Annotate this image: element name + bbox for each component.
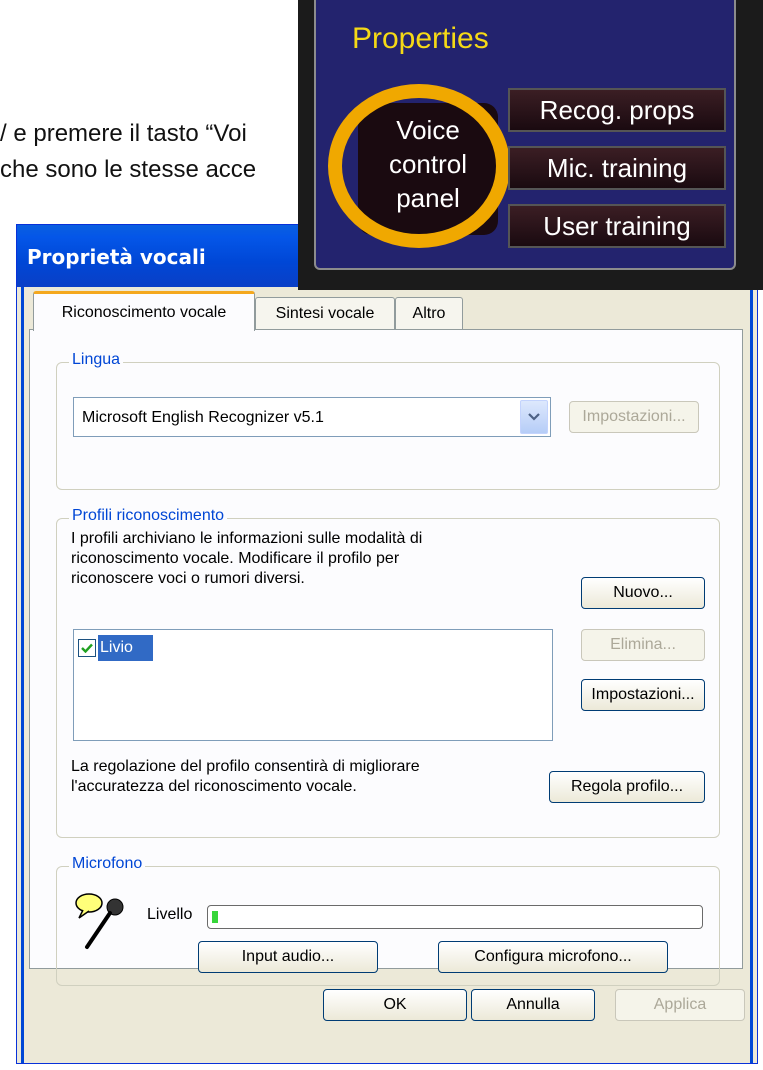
language-select[interactable]: Microsoft English Recognizer v5.1 [73,397,551,437]
profiles-legend: Profili riconoscimento [69,507,228,525]
mic-training-button[interactable]: Mic. training [508,146,726,190]
tab-speech-recognition[interactable]: Riconoscimento vocale [33,291,255,331]
properties-overlay: Properties Voice control panel Recog. pr… [298,0,763,290]
level-label: Livello [147,906,193,923]
level-meter-fill [212,911,218,923]
properties-panel: Properties Voice control panel Recog. pr… [314,0,736,270]
configure-microphone-button[interactable]: Configura microfono... [438,941,668,973]
language-settings-button[interactable]: Impostazioni... [569,401,699,433]
tab-panel: Lingua Microsoft English Recognizer v5.1… [29,329,743,986]
recog-props-button[interactable]: Recog. props [508,88,726,132]
list-item[interactable]: Livio [78,634,153,662]
background-text-line-1: / e premere il tasto “Voi [0,120,247,147]
language-group: Lingua Microsoft English Recognizer v5.1… [56,351,720,490]
ok-button[interactable]: OK [323,989,467,1021]
microphone-icon [73,891,129,956]
cancel-button[interactable]: Annulla [471,989,595,1021]
new-profile-button[interactable]: Nuovo... [581,577,705,609]
tab-other[interactable]: Altro [395,297,463,329]
microphone-legend: Microfono [69,855,146,873]
adjust-profile-button[interactable]: Regola profilo... [549,771,705,803]
input-audio-button[interactable]: Input audio... [198,941,378,973]
dialog-title: Proprietà vocali [27,245,206,269]
highlight-circle [328,84,510,248]
adjust-profile-text: La regolazione del profilo consentirà di… [71,757,420,797]
adjust-profile-text-line: La regolazione del profilo consentirà di… [71,758,420,775]
profiles-description-line: riconoscimento vocale. Modificare il pro… [71,550,400,567]
properties-title: Properties [352,22,489,55]
user-training-button[interactable]: User training [508,204,726,248]
profile-checkbox[interactable] [78,639,96,657]
profiles-description: I profili archiviano le informazioni sul… [71,529,422,589]
delete-profile-button[interactable]: Elimina... [581,629,705,661]
profile-name: Livio [98,635,153,661]
adjust-profile-text-line: l'accuratezza del riconoscimento vocale. [71,778,357,795]
language-legend: Lingua [69,351,124,369]
level-meter [207,905,703,929]
speech-properties-dialog: Proprietà vocali Riconoscimento vocale S… [16,224,758,1064]
chevron-down-icon[interactable] [520,400,548,434]
language-select-value: Microsoft English Recognizer v5.1 [82,409,324,426]
tab-text-to-speech[interactable]: Sintesi vocale [255,297,395,329]
profiles-description-line: I profili archiviano le informazioni sul… [71,530,423,547]
background-text-line-2: che sono le stesse acce [0,156,257,183]
profiles-group: Profili riconoscimento I profili archivi… [56,507,720,838]
profile-settings-button[interactable]: Impostazioni... [581,679,705,711]
profiles-list[interactable]: Livio [73,629,553,741]
apply-button[interactable]: Applica [615,989,745,1021]
profiles-description-line: riconoscere voci o rumori diversi. [71,570,305,587]
